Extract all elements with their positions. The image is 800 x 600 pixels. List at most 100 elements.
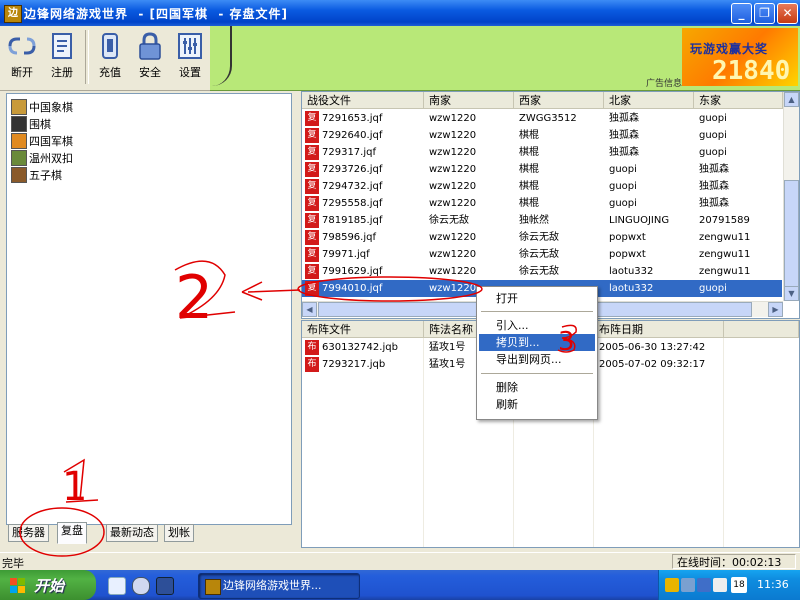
replay-file-icon: 复 bbox=[305, 264, 319, 279]
volume-icon[interactable] bbox=[713, 578, 727, 592]
recharge-label: 充值 bbox=[99, 66, 121, 79]
tab-news[interactable]: 最新动态 bbox=[106, 524, 158, 542]
game-item-chinese-chess[interactable]: 中国象棋 bbox=[11, 98, 131, 115]
table-cell: 独帐然 bbox=[519, 215, 549, 226]
table-cell: wzw1220 bbox=[429, 164, 477, 175]
battle-file-list[interactable]: 战役文件 南家 西家 北家 东家 复 7291653.jqf wzw1220 ZWGG… bbox=[301, 91, 800, 319]
security-button[interactable]: 安全 bbox=[131, 28, 169, 86]
scroll-down-button[interactable]: ▼ bbox=[784, 286, 799, 301]
column-header-north[interactable]: 北家 bbox=[604, 92, 694, 109]
taskbar-app-button[interactable]: 边锋网络游戏世界... bbox=[198, 573, 360, 599]
register-button[interactable]: 注册 bbox=[43, 28, 81, 86]
table-cell: 798596.jqf bbox=[322, 232, 376, 243]
ad-banner[interactable]: 广告信息 玩游戏赢大奖 21840 bbox=[210, 26, 800, 91]
menu-item-open[interactable]: 打开 bbox=[479, 290, 595, 307]
table-cell: 独孤森 bbox=[699, 198, 729, 209]
table-row[interactable]: 复 7819185.jqf 徐云无敌 独帐然 LINGUOJING 20791589 bbox=[302, 212, 782, 229]
network-icon[interactable] bbox=[665, 578, 679, 592]
table-cell: zengwu11 bbox=[699, 266, 751, 277]
table-row[interactable]: 复 729317.jqf wzw1220 棋棍 独孤森 guopi bbox=[302, 144, 782, 161]
column-header-west[interactable]: 西家 bbox=[514, 92, 604, 109]
start-button[interactable]: 开始 bbox=[0, 570, 96, 600]
table-cell: 7293726.jqf bbox=[322, 164, 383, 175]
show-desktop-icon[interactable] bbox=[108, 577, 126, 595]
security-label: 安全 bbox=[139, 66, 161, 79]
calendar-icon[interactable]: 18 bbox=[731, 577, 747, 593]
menu-item-export-web[interactable]: 导出到网页... bbox=[479, 351, 595, 368]
column-header-south[interactable]: 南家 bbox=[424, 92, 514, 109]
game-tree: 中国象棋 围棋 四国军棋 温州双扣 五子棋 bbox=[6, 93, 292, 525]
scroll-right-button[interactable]: ▶ bbox=[768, 302, 783, 317]
table-cell: guopi bbox=[609, 181, 637, 192]
game-item-go[interactable]: 围棋 bbox=[11, 115, 131, 132]
settings-button[interactable]: 设置 bbox=[171, 28, 209, 86]
table-row[interactable]: 复 7291653.jqf wzw1220 ZWGG3512 独孤森 guopi bbox=[302, 110, 782, 127]
messenger-icon[interactable] bbox=[132, 577, 150, 595]
table-cell: popwxt bbox=[609, 249, 646, 260]
replay-file-icon: 复 bbox=[305, 128, 319, 143]
table-cell: 79971.jqf bbox=[322, 249, 370, 260]
scroll-left-button[interactable]: ◀ bbox=[302, 302, 317, 317]
vertical-scrollbar[interactable]: ▲ ▼ bbox=[783, 92, 799, 301]
taskbar: 开始 边锋网络游戏世界... 18 11:36 bbox=[0, 570, 800, 600]
table-row[interactable]: 复 7295558.jqf wzw1220 棋棍 guopi 独孤森 bbox=[302, 195, 782, 212]
table-row[interactable]: 复 798596.jqf wzw1220 徐云无敌 popwxt zengwu11 bbox=[302, 229, 782, 246]
table-row[interactable]: 复 7991629.jqf wzw1220 徐云无敌 laotu332 zengwu11 bbox=[302, 263, 782, 280]
menu-item-copy-to[interactable]: 拷贝到... bbox=[479, 334, 595, 351]
window-title: 边锋网络游戏世界 - [四国军棋 - 存盘文件] bbox=[24, 7, 288, 21]
app-logo-icon[interactable]: 边 bbox=[4, 5, 22, 23]
table-cell: 7291653.jqf bbox=[322, 113, 383, 124]
save-icon[interactable] bbox=[156, 577, 174, 595]
replay-file-icon: 复 bbox=[305, 230, 319, 245]
game-item-double-deck[interactable]: 温州双扣 bbox=[11, 149, 131, 166]
monitor-icon[interactable] bbox=[697, 578, 711, 592]
column-header-layout-date[interactable]: 布阵日期 bbox=[594, 321, 724, 338]
table-cell: 7991629.jqf bbox=[322, 266, 383, 277]
table-cell: ZWGG3512 bbox=[519, 113, 577, 124]
game-item-army-chess[interactable]: 四国军棋 bbox=[11, 132, 131, 149]
game-item-gomoku[interactable]: 五子棋 bbox=[11, 166, 131, 183]
start-label: 开始 bbox=[34, 577, 65, 595]
clock[interactable]: 11:36 bbox=[757, 578, 789, 591]
tab-server[interactable]: 服务器 bbox=[8, 524, 49, 542]
settings-label: 设置 bbox=[179, 66, 201, 79]
scroll-up-button[interactable]: ▲ bbox=[784, 92, 799, 107]
replay-file-icon: 复 bbox=[305, 213, 319, 228]
settings-icon bbox=[178, 33, 202, 59]
tab-transfer[interactable]: 划帐 bbox=[164, 524, 194, 542]
menu-separator bbox=[481, 373, 593, 374]
table-cell: guopi bbox=[699, 147, 727, 158]
menu-item-delete[interactable]: 删除 bbox=[479, 379, 595, 396]
table-cell: wzw1220 bbox=[429, 198, 477, 209]
table-row[interactable]: 复 79971.jqf wzw1220 徐云无敌 popwxt zengwu11 bbox=[302, 246, 782, 263]
tab-replay[interactable]: 复盘 bbox=[57, 522, 87, 544]
table-cell: 棋棍 bbox=[519, 130, 539, 141]
column-header-layout-file[interactable]: 布阵文件 bbox=[302, 321, 424, 338]
online-time: 在线时间：00:02:13 bbox=[672, 554, 796, 569]
table-row[interactable]: 复 7294732.jqf wzw1220 棋棍 guopi 独孤森 bbox=[302, 178, 782, 195]
menu-item-refresh[interactable]: 刷新 bbox=[479, 396, 595, 413]
recharge-button[interactable]: 充值 bbox=[91, 28, 129, 86]
column-header-battle-file[interactable]: 战役文件 bbox=[302, 92, 424, 109]
table-cell: 20791589 bbox=[699, 215, 750, 226]
gomoku-icon bbox=[11, 167, 27, 183]
table-row[interactable]: 复 7292640.jqf wzw1220 棋棍 独孤森 guopi bbox=[302, 127, 782, 144]
scroll-thumb[interactable] bbox=[784, 180, 799, 290]
close-button[interactable]: ✕ bbox=[777, 3, 798, 24]
table-row[interactable]: 复 7293726.jqf wzw1220 棋棍 guopi 独孤森 bbox=[302, 161, 782, 178]
table-cell: 2005-07-02 09:32:17 bbox=[599, 359, 706, 370]
disconnect-button[interactable]: 断开 bbox=[3, 28, 41, 86]
menu-item-import[interactable]: 引入... bbox=[479, 317, 595, 334]
display-icon[interactable] bbox=[681, 578, 695, 592]
table-cell: guopi bbox=[699, 283, 727, 294]
ad-image[interactable]: 玩游戏赢大奖 21840 bbox=[682, 28, 798, 86]
minimize-button[interactable]: _ bbox=[731, 3, 752, 24]
title-bar[interactable]: 边 边锋网络游戏世界 - [四国军棋 - 存盘文件] _ ❐ ✕ bbox=[0, 0, 800, 26]
register-icon bbox=[52, 33, 72, 59]
banner-graphic bbox=[210, 26, 232, 86]
column-header-east[interactable]: 东家 bbox=[694, 92, 783, 109]
restore-button[interactable]: ❐ bbox=[754, 3, 775, 24]
table-cell: 2005-06-30 13:27:42 bbox=[599, 342, 706, 353]
table-cell: wzw1220 bbox=[429, 181, 477, 192]
table-cell: 7295558.jqf bbox=[322, 198, 383, 209]
